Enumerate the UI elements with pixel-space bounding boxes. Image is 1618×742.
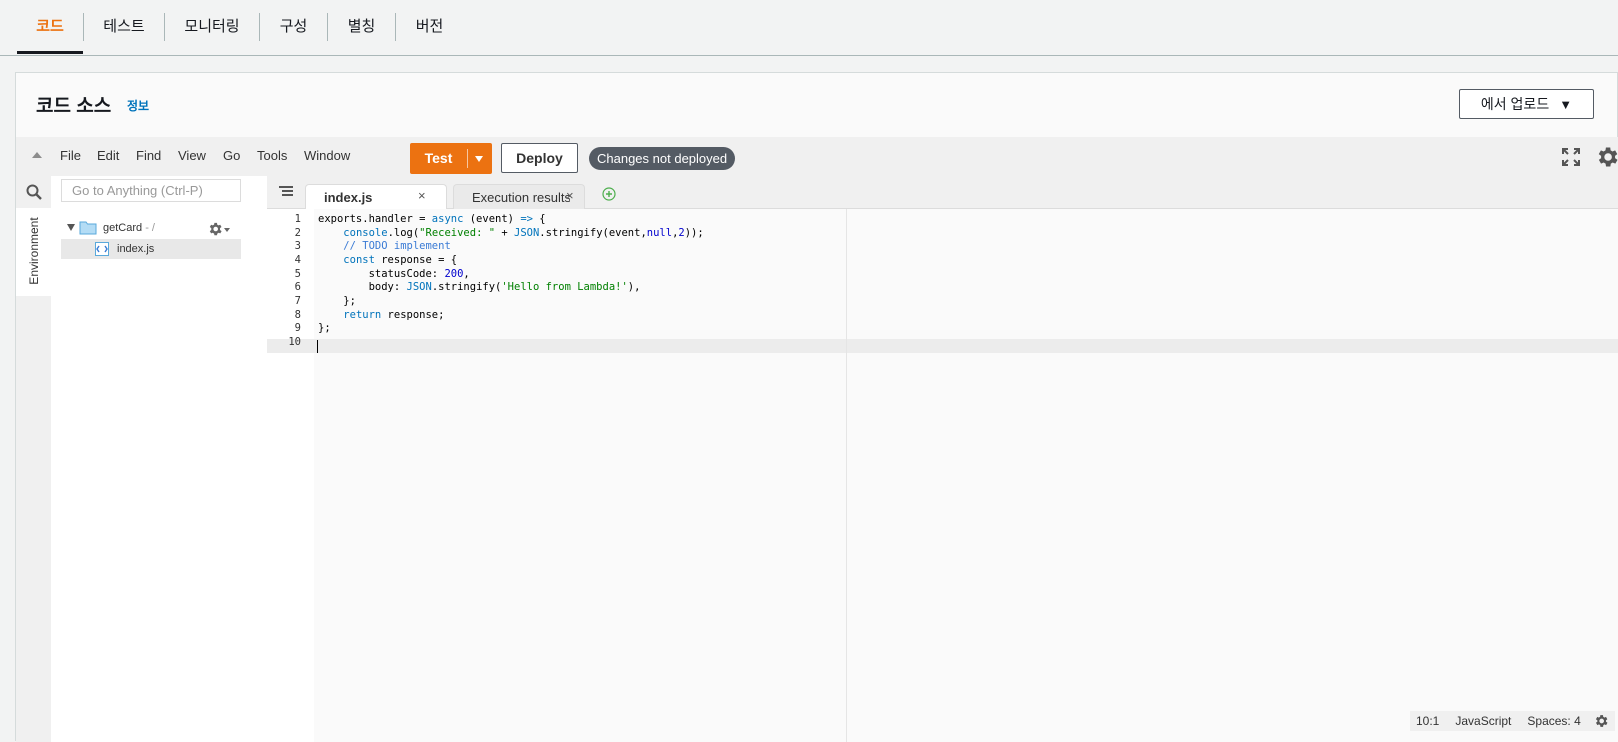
menu-go[interactable]: Go [223,148,240,163]
upload-from-button[interactable]: 에서 업로드 ▼ [1459,89,1594,119]
menu-file[interactable]: File [60,148,81,163]
environment-label: Environment [27,217,41,285]
menu-tools[interactable]: Tools [257,148,287,163]
code-line: }; [318,295,356,307]
file-row-index-js[interactable]: index.js [61,239,241,259]
editor-tab-index-js[interactable]: index.js × [305,184,447,209]
code-line: console.log("Received: " + JSON.stringif… [343,227,704,239]
editor-tab-bar: index.js × Execution results × [267,176,1618,209]
editor-tab-execution-results[interactable]: Execution results × [453,184,585,209]
code-line: statusCode: 200, [318,268,470,280]
file-tree: Go to Anything (Ctrl-P) getCard - / inde… [51,176,268,742]
tab-monitoring[interactable]: 모니터링 [165,0,259,53]
menu-edit[interactable]: Edit [97,148,119,163]
search-icon[interactable] [26,184,42,200]
folder-path: - / [142,222,155,234]
line-number: 8 [294,309,301,321]
fullscreen-icon[interactable] [1562,148,1580,166]
folder-icon [79,221,97,235]
upload-label: 에서 업로드 [1480,96,1550,112]
statusbar-gear-icon[interactable] [1593,713,1609,729]
text-cursor [317,340,318,353]
test-dropdown-icon[interactable] [475,156,483,162]
menu-find[interactable]: Find [136,148,161,163]
line-number: 1 [294,213,301,225]
goto-anything-input[interactable]: Go to Anything (Ctrl-P) [61,179,241,202]
environment-tab[interactable]: Environment [16,208,52,296]
menu-window[interactable]: Window [304,148,350,163]
tab-test[interactable]: 테스트 [84,0,164,53]
tab-list-icon[interactable] [279,186,293,198]
cursor-position[interactable]: 10:1 [1416,714,1439,728]
line-number: 6 [294,281,301,293]
close-tab-icon[interactable]: × [418,188,426,203]
line-number: 5 [294,268,301,280]
file-name: index.js [117,243,155,255]
tab-configuration[interactable]: 구성 [260,0,327,53]
expand-arrow-icon[interactable] [67,224,75,231]
side-strip: Environment [16,176,52,742]
language-mode[interactable]: JavaScript [1455,714,1511,728]
print-margin [846,209,847,742]
code-editor[interactable]: exports.handler = async (event) => { con… [314,209,1618,742]
panel-title: 코드 소스 [36,96,112,117]
line-number: 10 [288,336,301,348]
line-number: 3 [294,240,301,252]
active-line-highlight [314,339,1618,353]
code-line: }; [318,322,331,334]
line-number: 9 [294,322,301,334]
tree-settings-gear-icon[interactable] [207,221,231,237]
collapse-icon[interactable] [32,152,42,158]
close-tab-icon[interactable]: × [566,188,574,203]
code-line: exports.handler = async (event) => { [318,213,546,225]
indent-setting[interactable]: Spaces: 4 [1527,714,1580,728]
line-number: 7 [294,295,301,307]
test-label: Test [424,150,453,166]
deploy-button[interactable]: Deploy [501,143,578,173]
editor-tab-label: index.js [324,190,373,205]
menu-view[interactable]: View [178,148,206,163]
function-tabs: 코드 테스트 모니터링 구성 별칭 버전 [0,0,1618,56]
editor-tab-label: Execution results [472,190,570,205]
editor-gutter: 1 2 3 4 5 6 7 8 9 10 [267,209,314,742]
line-number: 4 [294,254,301,266]
cloud9-ide: File Edit Find View Go Tools Window Test… [16,137,1618,742]
tab-aliases[interactable]: 별칭 [328,0,395,53]
code-line: // TODO implement [343,240,451,252]
editor-statusbar: 10:1 JavaScript Spaces: 4 [1410,711,1615,731]
info-link[interactable]: 정보 [127,97,149,114]
test-button[interactable]: Test [410,143,492,174]
line-number: 2 [294,227,301,239]
preferences-gear-icon[interactable] [1594,144,1618,170]
status-badge: Changes not deployed [589,147,736,170]
tab-code[interactable]: 코드 [17,0,83,54]
caret-down-icon: ▼ [1559,96,1573,112]
code-line: const response = { [343,254,458,266]
code-source-panel: 코드 소스 정보 에서 업로드 ▼ File Edit Find View Go… [15,72,1618,742]
tab-versions[interactable]: 버전 [396,0,463,53]
folder-name: getCard [103,222,143,234]
code-line: body: JSON.stringify('Hello from Lambda!… [318,281,641,293]
js-file-icon [95,242,109,256]
split-divider [467,149,468,168]
code-line: return response; [343,309,445,321]
add-tab-icon[interactable] [602,187,616,201]
ide-menubar: File Edit Find View Go Tools Window Test… [16,137,1618,177]
